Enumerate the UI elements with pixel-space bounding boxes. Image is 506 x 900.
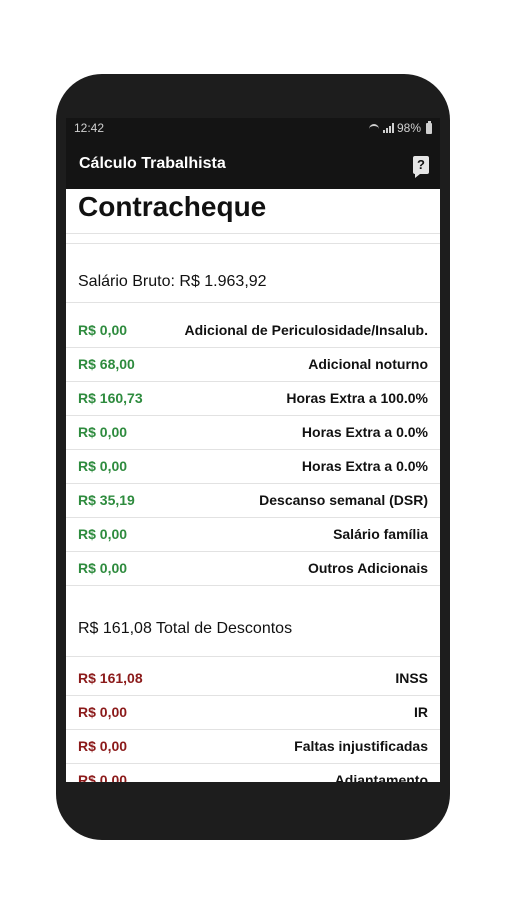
item-label: Faltas injustificadas xyxy=(294,738,428,754)
deduction-row: R$ 0,00 Adiantamento xyxy=(66,764,440,782)
amount-value: R$ 161,08 xyxy=(78,670,143,686)
payslip-content[interactable]: Contracheque Salário Bruto: R$ 1.963,92 … xyxy=(66,189,440,782)
divider xyxy=(66,656,440,657)
help-icon[interactable]: ? xyxy=(413,156,429,178)
earning-row: R$ 160,73 Horas Extra a 100.0% xyxy=(66,382,440,416)
amount-value: R$ 0,00 xyxy=(78,526,128,542)
battery-icon xyxy=(426,120,432,134)
earning-row: R$ 0,00 Horas Extra a 0.0% xyxy=(66,416,440,450)
amount-value: R$ 68,00 xyxy=(78,356,135,372)
amount-value: R$ 0,00 xyxy=(78,322,128,338)
page-title: Contracheque xyxy=(78,191,267,222)
item-label: INSS xyxy=(395,670,428,686)
amount-value: R$ 0,00 xyxy=(78,560,128,576)
amount-value: R$ 0,00 xyxy=(78,458,128,474)
item-label: Adicional de Periculosidade/Insalub. xyxy=(184,322,428,338)
earning-row: R$ 68,00 Adicional noturno xyxy=(66,348,440,382)
divider xyxy=(66,243,440,244)
item-label: Outros Adicionais xyxy=(307,560,428,576)
signal-icon xyxy=(382,123,394,133)
earning-row: R$ 35,19 Descanso semanal (DSR) xyxy=(66,484,440,518)
app-title: Cálculo Trabalhista xyxy=(79,155,226,172)
amount-value: R$ 35,19 xyxy=(78,492,135,508)
amount-value: R$ 160,73 xyxy=(78,390,143,406)
status-icons: 98% xyxy=(368,120,432,135)
status-bar: 12:42 98% xyxy=(66,118,440,140)
item-label: Adiantamento xyxy=(334,772,428,782)
item-label: Horas Extra a 100.0% xyxy=(286,390,428,406)
wifi-icon xyxy=(368,123,380,133)
deduction-row: R$ 0,00 Faltas injustificadas xyxy=(66,730,440,764)
amount-value: R$ 0,00 xyxy=(78,424,128,440)
deductions-header: R$ 161,08 Total de Descontos xyxy=(78,620,293,637)
gross-salary-header: Salário Bruto: R$ 1.963,92 xyxy=(78,273,267,290)
divider xyxy=(66,302,440,303)
item-label: Descanso semanal (DSR) xyxy=(259,492,428,508)
item-label: Horas Extra a 0.0% xyxy=(301,424,428,440)
item-label: Salário família xyxy=(333,526,428,542)
item-label: Horas Extra a 0.0% xyxy=(301,458,428,474)
app-screen: 12:42 98% Cálculo Trabalhista ? Contrach… xyxy=(66,118,440,782)
deduction-row: R$ 0,00 IR xyxy=(66,696,440,730)
earning-row: R$ 0,00 Salário família xyxy=(66,518,440,552)
status-time: 12:42 xyxy=(74,121,105,135)
divider xyxy=(66,233,440,234)
item-label: Adicional noturno xyxy=(308,356,428,372)
amount-value: R$ 0,00 xyxy=(78,738,128,754)
amount-value: R$ 0,00 xyxy=(78,704,128,720)
earning-row: R$ 0,00 Horas Extra a 0.0% xyxy=(66,450,440,484)
item-label: IR xyxy=(414,704,428,720)
earning-row: R$ 0,00 Adicional de Periculosidade/Insal… xyxy=(66,314,440,348)
earning-row: R$ 0,00 Outros Adicionais xyxy=(66,552,440,586)
app-bar: Cálculo Trabalhista ? xyxy=(66,140,440,189)
amount-value: R$ 0,00 xyxy=(78,772,128,782)
deduction-row: R$ 161,08 INSS xyxy=(66,662,440,696)
battery-percent: 98% xyxy=(396,121,421,135)
